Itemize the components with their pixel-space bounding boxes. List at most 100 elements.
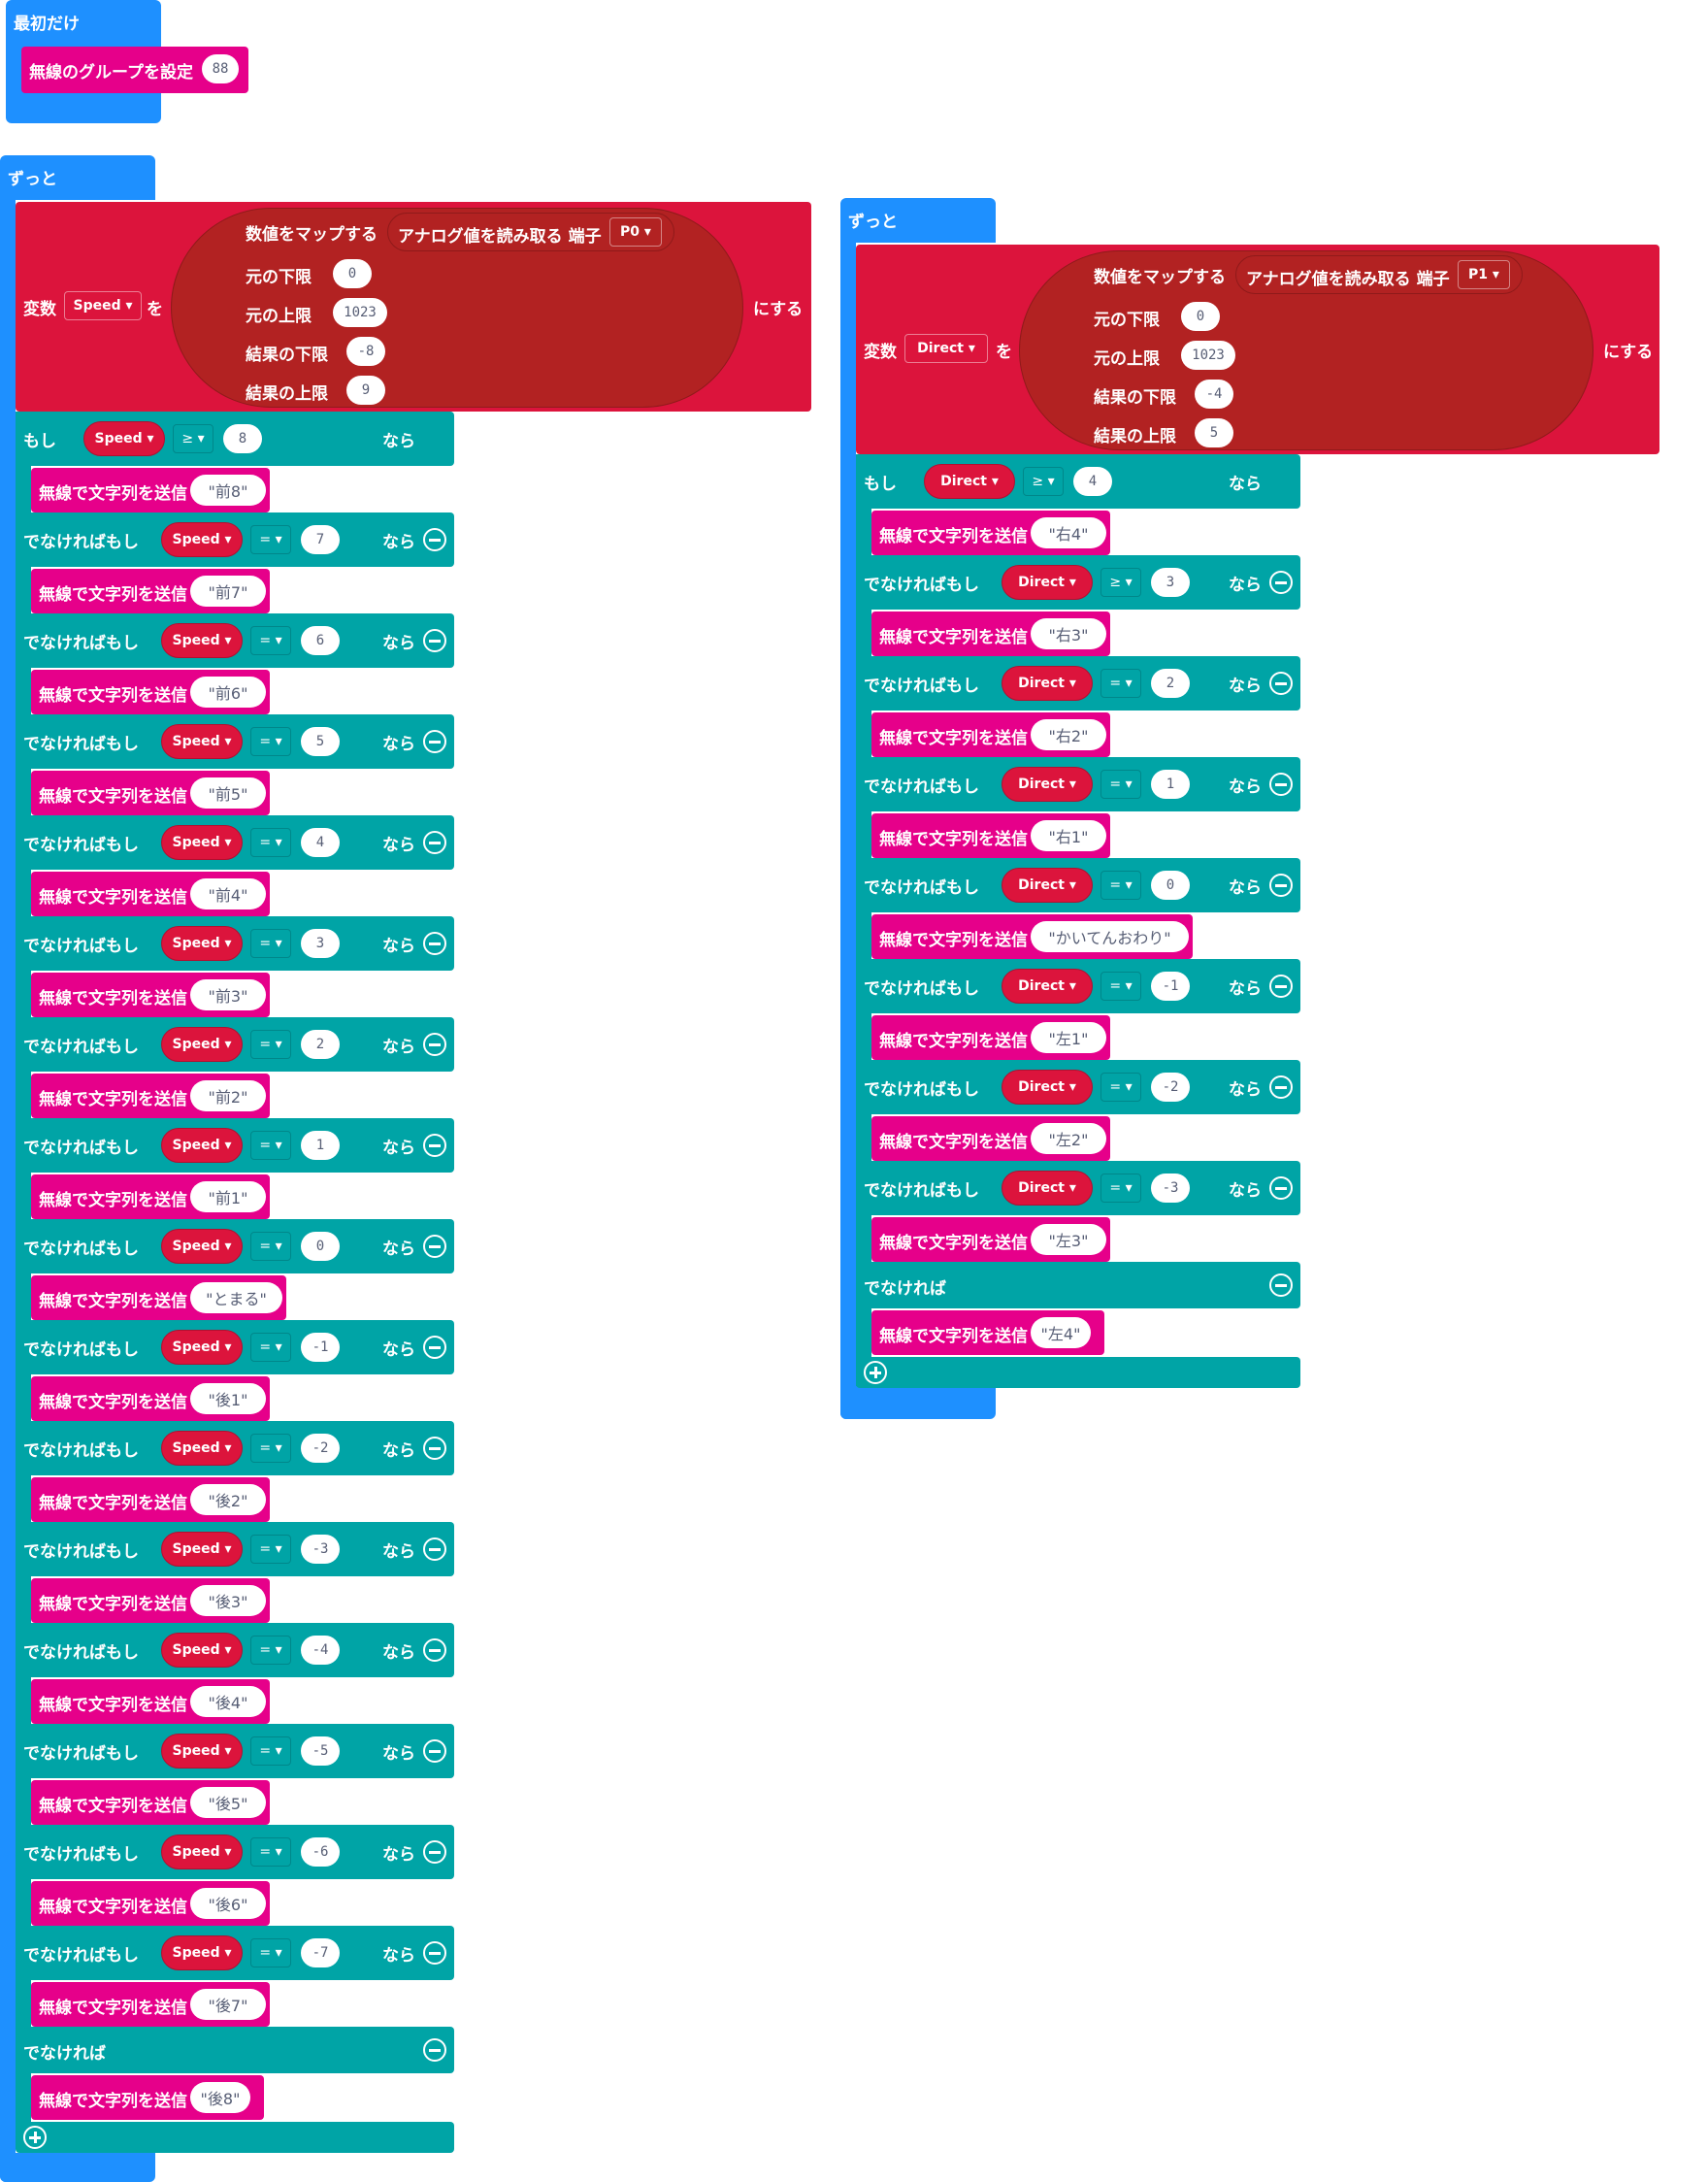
- radio-send-string-block[interactable]: 無線で文字列を送信 "後8": [31, 2075, 264, 2120]
- else-if-header[interactable]: でなければもし Speed ▾ = ▾ 6 なら: [16, 613, 454, 668]
- compare-operator-dropdown[interactable]: = ▾: [250, 929, 291, 958]
- remove-branch-icon[interactable]: [423, 730, 446, 753]
- variable-reporter[interactable]: Speed ▾: [83, 421, 165, 456]
- variable-reporter[interactable]: Speed ▾: [161, 522, 243, 557]
- set-variable-block[interactable]: 変数 Speed ▾ を にする 数値をマップする アナログ値を読み取る 端子 …: [16, 202, 811, 412]
- remove-branch-icon[interactable]: [1269, 571, 1293, 594]
- remove-branch-icon[interactable]: [423, 1638, 446, 1662]
- else-if-header[interactable]: でなければもし Speed ▾ = ▾ 5 なら: [16, 714, 454, 769]
- remove-branch-icon[interactable]: [423, 2038, 446, 2062]
- message-string-field[interactable]: "前8": [190, 475, 266, 506]
- remove-branch-icon[interactable]: [1269, 1273, 1293, 1297]
- else-if-header[interactable]: でなければもし Direct ▾ = ▾ 2 なら: [856, 656, 1300, 711]
- else-if-header[interactable]: でなければもし Speed ▾ = ▾ 2 なら: [16, 1017, 454, 1072]
- forever-block-right[interactable]: ずっと: [840, 198, 996, 243]
- if-header[interactable]: もし Speed ▾ ≥ ▾ 8 なら: [16, 412, 454, 466]
- add-branch-icon[interactable]: [23, 2126, 47, 2149]
- compare-value-field[interactable]: 4: [301, 828, 340, 857]
- variable-reporter[interactable]: Speed ▾: [161, 825, 243, 860]
- compare-value-field[interactable]: 7: [301, 525, 340, 554]
- remove-branch-icon[interactable]: [423, 932, 446, 955]
- radio-send-string-block[interactable]: 無線で文字列を送信 "前8": [31, 468, 270, 512]
- compare-operator-dropdown[interactable]: = ▾: [1100, 770, 1141, 799]
- message-string-field[interactable]: "前1": [190, 1181, 266, 1212]
- add-branch-icon[interactable]: [864, 1361, 887, 1384]
- message-string-field[interactable]: "前6": [190, 677, 266, 708]
- compare-operator-dropdown[interactable]: = ▾: [250, 1535, 291, 1564]
- compare-operator-dropdown[interactable]: ≥ ▾: [173, 424, 214, 453]
- compare-operator-dropdown[interactable]: = ▾: [250, 525, 291, 554]
- compare-operator-dropdown[interactable]: = ▾: [1100, 1174, 1141, 1203]
- radio-send-string-block[interactable]: 無線で文字列を送信 "後4": [31, 1679, 270, 1724]
- variable-reporter[interactable]: Speed ▾: [161, 623, 243, 658]
- radio-send-string-block[interactable]: 無線で文字列を送信 "前7": [31, 569, 270, 613]
- compare-value-field[interactable]: 3: [301, 929, 340, 958]
- else-if-header[interactable]: でなければもし Direct ▾ = ▾ 0 なら: [856, 858, 1300, 912]
- message-string-field[interactable]: "右4": [1031, 517, 1106, 548]
- compare-operator-dropdown[interactable]: ≥ ▾: [1023, 467, 1064, 496]
- message-string-field[interactable]: "後7": [190, 1989, 266, 2020]
- compare-operator-dropdown[interactable]: = ▾: [250, 1434, 291, 1463]
- radio-send-string-block[interactable]: 無線で文字列を送信 "後7": [31, 1982, 270, 2027]
- radio-send-string-block[interactable]: 無線で文字列を送信 "右3": [871, 612, 1110, 656]
- message-string-field[interactable]: "後2": [190, 1484, 266, 1515]
- else-if-header[interactable]: でなければもし Direct ▾ ≥ ▾ 3 なら: [856, 555, 1300, 610]
- variable-reporter[interactable]: Direct ▾: [1002, 565, 1093, 600]
- radio-send-string-block[interactable]: 無線で文字列を送信 "とまる": [31, 1275, 286, 1320]
- to-low-field[interactable]: -8: [346, 337, 385, 366]
- radio-send-string-block[interactable]: 無線で文字列を送信 "前6": [31, 670, 270, 714]
- compare-value-field[interactable]: -4: [301, 1636, 340, 1665]
- message-string-field[interactable]: "後6": [190, 1888, 266, 1919]
- else-if-header[interactable]: でなければもし Speed ▾ = ▾ 3 なら: [16, 916, 454, 971]
- remove-branch-icon[interactable]: [423, 1941, 446, 1965]
- radio-send-string-block[interactable]: 無線で文字列を送信 "かいてんおわり": [871, 914, 1193, 959]
- message-string-field[interactable]: "右2": [1031, 719, 1106, 750]
- else-header[interactable]: でなければ: [16, 2027, 454, 2073]
- message-string-field[interactable]: "後8": [190, 2082, 250, 2113]
- from-high-field[interactable]: 1023: [1181, 341, 1235, 370]
- remove-branch-icon[interactable]: [423, 1336, 446, 1359]
- compare-operator-dropdown[interactable]: = ▾: [250, 626, 291, 655]
- variable-dropdown[interactable]: Direct ▾: [904, 334, 988, 363]
- message-string-field[interactable]: "前4": [190, 878, 266, 909]
- else-header[interactable]: でなければ: [856, 1262, 1300, 1308]
- else-if-header[interactable]: でなければもし Speed ▾ = ▾ -1 なら: [16, 1320, 454, 1374]
- analog-read-block[interactable]: アナログ値を読み取る 端子 P1 ▾: [1235, 255, 1523, 294]
- else-if-header[interactable]: でなければもし Speed ▾ = ▾ -4 なら: [16, 1623, 454, 1677]
- else-if-header[interactable]: でなければもし Speed ▾ = ▾ 0 なら: [16, 1219, 454, 1273]
- compare-value-field[interactable]: 3: [1151, 568, 1190, 597]
- analog-read-block[interactable]: アナログ値を読み取る 端子 P0 ▾: [387, 213, 674, 251]
- map-block[interactable]: 数値をマップする アナログ値を読み取る 端子 P1 ▾ 元の下限 0 元の上限 …: [1019, 250, 1593, 450]
- compare-operator-dropdown[interactable]: = ▾: [1100, 669, 1141, 698]
- compare-operator-dropdown[interactable]: = ▾: [250, 1131, 291, 1160]
- compare-value-field[interactable]: 6: [301, 626, 340, 655]
- remove-branch-icon[interactable]: [423, 1537, 446, 1561]
- else-if-header[interactable]: でなければもし Speed ▾ = ▾ -5 なら: [16, 1724, 454, 1778]
- compare-operator-dropdown[interactable]: = ▾: [1100, 1073, 1141, 1102]
- radio-send-string-block[interactable]: 無線で文字列を送信 "右4": [871, 511, 1110, 555]
- variable-reporter[interactable]: Speed ▾: [161, 1633, 243, 1668]
- to-low-field[interactable]: -4: [1195, 380, 1233, 409]
- remove-branch-icon[interactable]: [1269, 975, 1293, 998]
- variable-reporter[interactable]: Speed ▾: [161, 1532, 243, 1567]
- radio-send-string-block[interactable]: 無線で文字列を送信 "後5": [31, 1780, 270, 1825]
- compare-value-field[interactable]: 2: [1151, 669, 1190, 698]
- variable-reporter[interactable]: Speed ▾: [161, 1431, 243, 1466]
- compare-value-field[interactable]: -5: [301, 1736, 340, 1766]
- from-low-field[interactable]: 0: [1181, 302, 1220, 331]
- variable-reporter[interactable]: Direct ▾: [1002, 868, 1093, 903]
- compare-operator-dropdown[interactable]: = ▾: [250, 1636, 291, 1665]
- variable-reporter[interactable]: Speed ▾: [161, 926, 243, 961]
- compare-operator-dropdown[interactable]: = ▾: [250, 727, 291, 756]
- from-low-field[interactable]: 0: [333, 259, 372, 288]
- radio-send-string-block[interactable]: 無線で文字列を送信 "後3": [31, 1578, 270, 1623]
- message-string-field[interactable]: "後5": [190, 1787, 266, 1818]
- message-string-field[interactable]: "前5": [190, 777, 266, 809]
- remove-branch-icon[interactable]: [1269, 1075, 1293, 1099]
- compare-operator-dropdown[interactable]: = ▾: [250, 828, 291, 857]
- radio-send-string-block[interactable]: 無線で文字列を送信 "前4": [31, 872, 270, 916]
- compare-value-field[interactable]: -2: [1151, 1073, 1190, 1102]
- radio-send-string-block[interactable]: 無線で文字列を送信 "前2": [31, 1074, 270, 1118]
- remove-branch-icon[interactable]: [423, 1739, 446, 1763]
- message-string-field[interactable]: "前7": [190, 576, 266, 607]
